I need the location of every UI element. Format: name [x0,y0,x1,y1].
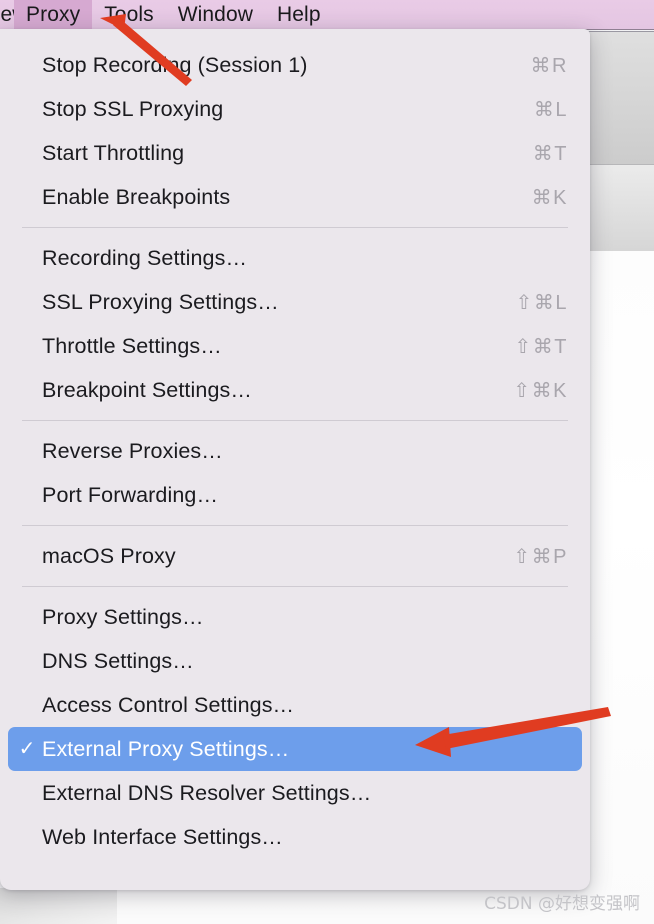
menu-item-start-throttling[interactable]: Start Throttling ⌘T [8,131,582,175]
menu-item-label: Stop SSL Proxying [42,96,224,121]
menubar-item-view[interactable]: View [0,0,14,29]
menu-item-enable-breakpoints[interactable]: Enable Breakpoints ⌘K [8,175,582,219]
menu-item-label: Enable Breakpoints [42,184,231,209]
menu-item-label: Web Interface Settings… [42,824,283,849]
menu-item-macos-proxy[interactable]: macOS Proxy ⇧⌘P [8,534,582,578]
menu-item-label: DNS Settings… [42,648,194,673]
checkmark-icon: ✓ [18,738,36,760]
menu-item-label: Proxy Settings… [42,604,204,629]
menubar-item-proxy[interactable]: Proxy [14,0,93,29]
menu-item-shortcut: ⇧⌘K [513,379,568,402]
desktop-left-strip [0,888,117,924]
menu-item-port-forwarding[interactable]: Port Forwarding… [8,473,582,517]
menu-item-label: Start Throttling [42,140,185,165]
menubar-item-tools[interactable]: Tools [92,0,166,29]
menu-item-reverse-proxies[interactable]: Reverse Proxies… [8,429,582,473]
csdn-watermark: CSDN @好想变强啊 [484,894,640,914]
menu-item-label: Recording Settings… [42,245,248,270]
menu-item-ssl-proxying-settings[interactable]: SSL Proxying Settings… ⇧⌘L [8,280,582,324]
menu-item-label: External Proxy Settings… [42,736,290,761]
menu-item-stop-ssl-proxying[interactable]: Stop SSL Proxying ⌘L [8,87,582,131]
proxy-menu-list: Stop Recording (Session 1) ⌘R Stop SSL Pro… [0,29,590,859]
menu-item-label: Access Control Settings… [42,692,295,717]
menu-item-label: Stop Recording (Session 1) [42,52,308,77]
menu-item-label: Reverse Proxies… [42,438,223,463]
menu-item-label: SSL Proxying Settings… [42,289,279,314]
menu-item-external-proxy-settings[interactable]: ✓ External Proxy Settings… [8,727,582,771]
menu-item-access-control-settings[interactable]: Access Control Settings… [8,683,582,727]
menu-item-web-interface-settings[interactable]: Web Interface Settings… [8,815,582,859]
menu-item-label: Breakpoint Settings… [42,377,252,402]
menu-item-stop-recording-session-1[interactable]: Stop Recording (Session 1) ⌘R [8,43,582,87]
menu-item-shortcut: ⇧⌘P [513,545,568,568]
menu-separator [22,586,568,587]
proxy-dropdown-menu[interactable]: Stop Recording (Session 1) ⌘R Stop SSL Pro… [0,29,590,890]
menu-item-shortcut: ⌘L [533,98,568,121]
menu-separator [22,525,568,526]
menu-item-label: Port Forwarding… [42,482,219,507]
menu-item-label: macOS Proxy [42,543,176,568]
menubar-item-help[interactable]: Help [265,0,333,29]
menu-item-recording-settings[interactable]: Recording Settings… [8,236,582,280]
menu-separator [22,227,568,228]
menu-item-shortcut: ⇧⌘T [514,335,568,358]
menu-item-shortcut: ⌘R [530,54,568,77]
menu-separator [22,420,568,421]
menu-item-dns-settings[interactable]: DNS Settings… [8,639,582,683]
menu-item-breakpoint-settings[interactable]: Breakpoint Settings… ⇧⌘K [8,368,582,412]
menu-item-external-dns-resolver-settings[interactable]: External DNS Resolver Settings… [8,771,582,815]
menu-item-label: Throttle Settings… [42,333,222,358]
menu-item-throttle-settings[interactable]: Throttle Settings… ⇧⌘T [8,324,582,368]
menu-bar: ViewProxyToolsWindowHelp [0,0,654,30]
menu-item-label: External DNS Resolver Settings… [42,780,372,805]
menu-item-shortcut: ⇧⌘L [515,291,568,314]
menu-item-shortcut: ⌘K [531,186,568,209]
menu-item-shortcut: ⌘T [532,142,568,165]
menu-item-proxy-settings[interactable]: Proxy Settings… [8,595,582,639]
menubar-item-window[interactable]: Window [166,0,265,29]
